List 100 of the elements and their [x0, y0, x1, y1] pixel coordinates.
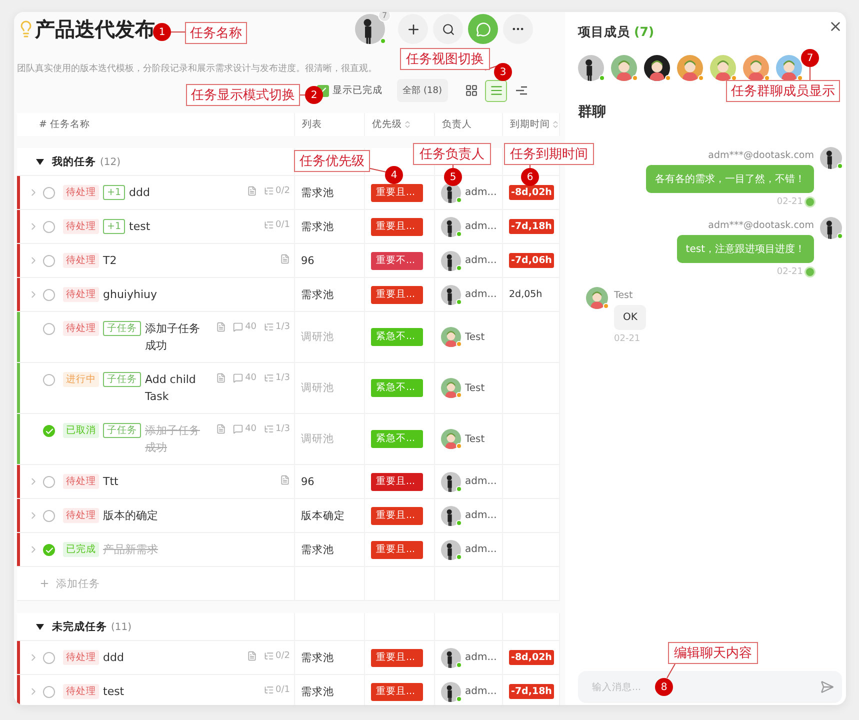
due-time: -8d,02h [509, 650, 554, 665]
task-title[interactable]: Ttt [103, 473, 206, 490]
group-title: 我的任务 (12) [52, 154, 121, 168]
complete-checkbox[interactable] [43, 652, 55, 664]
message-time: 02-21 [776, 197, 803, 207]
sender-name: adm***@dootask.com [708, 220, 814, 231]
complete-checkbox[interactable] [43, 544, 55, 556]
list-view-button[interactable] [485, 80, 507, 102]
complete-checkbox[interactable] [43, 323, 55, 335]
priority-badge: 紧急不... [371, 328, 423, 346]
task-tag: 子任务 [103, 321, 141, 336]
sort-icon[interactable] [403, 120, 412, 129]
task-title[interactable]: test [129, 218, 206, 235]
user-avatar [441, 506, 461, 526]
task-title[interactable]: ddd [103, 649, 206, 666]
status-tag: 已完成 [63, 542, 99, 557]
task-row[interactable]: 进行中 子任务 Add child Task 40 1/3 调研池 紧急不... Test [17, 363, 560, 414]
task-row[interactable]: 已完成 产品新需求 需求池 重要且... adm... [17, 533, 560, 567]
close-button[interactable] [828, 19, 843, 34]
task-title[interactable]: ghuiyhiuy [103, 286, 206, 303]
task-row[interactable]: 待处理 ghuiyhiuy 需求池 重要且... adm... 2d,05h [17, 278, 560, 312]
task-title[interactable]: test [103, 683, 206, 700]
task-row[interactable]: 待处理 T2 96 重要不... adm... -7d,06h [17, 244, 560, 278]
task-title[interactable]: Add child Task [145, 371, 206, 405]
complete-checkbox[interactable] [43, 476, 55, 488]
more-button[interactable] [503, 14, 533, 44]
close-icon [828, 19, 843, 34]
task-row[interactable]: 待处理 子任务 添加子任务成功 40 1/3 调研池 紧急不... Test [17, 312, 560, 363]
list-name: 调研池 [301, 432, 334, 446]
task-title[interactable]: 版本的确定 [103, 507, 206, 524]
user-avatar [820, 217, 842, 239]
plus-icon [406, 22, 420, 36]
status-tag: 待处理 [63, 321, 99, 336]
assignee-name: Test [465, 382, 485, 394]
subtask-icon [264, 220, 274, 230]
project-description: 团队真实使用的版本迭代模板，分阶段记录和展示需求设计与发布进度。很清晰，很直观。 [17, 62, 377, 75]
task-row[interactable]: 待处理 +1 test 0/1 需求池 重要且... adm... -7d,18h [17, 210, 560, 244]
sender-name: adm***@dootask.com [708, 150, 814, 161]
complete-checkbox[interactable] [43, 289, 55, 301]
priority-badge: 重要且... [371, 184, 423, 202]
status-tag: 进行中 [63, 372, 99, 387]
subtask-count: 1/3 [264, 373, 290, 383]
list-name: 调研池 [301, 330, 334, 344]
send-button[interactable] [820, 680, 834, 694]
task-row[interactable]: 待处理 ddd 0/2 需求池 重要且... adm... -8d,02h [17, 641, 560, 675]
task-row[interactable]: 已取消 子任务 添加子任务成功 40 1/3 调研池 紧急不... Test [17, 414, 560, 465]
list-name: 需求池 [301, 542, 334, 556]
sort-icon[interactable] [551, 120, 560, 129]
complete-checkbox[interactable] [43, 510, 55, 522]
task-row[interactable]: 待处理 版本的确定 版本确定 重要且... adm... [17, 499, 560, 533]
subtask-icon [264, 373, 274, 383]
priority-badge: 紧急不... [371, 430, 423, 448]
user-avatar [441, 250, 461, 270]
task-title[interactable]: T2 [103, 252, 206, 269]
priority-badge: 重要且... [371, 682, 423, 700]
task-tag: +1 [103, 185, 126, 200]
caret-down-icon[interactable] [36, 158, 44, 164]
caret-down-icon[interactable] [36, 624, 44, 630]
task-title[interactable]: 添加子任务成功 [145, 320, 206, 354]
complete-checkbox[interactable] [43, 686, 55, 698]
send-icon [820, 680, 834, 694]
check-icon [44, 546, 54, 554]
priority-badge: 紧急不... [371, 379, 423, 397]
task-tag: +1 [103, 219, 126, 234]
complete-checkbox[interactable] [43, 255, 55, 267]
complete-checkbox[interactable] [43, 374, 55, 386]
subtask-icon [264, 424, 274, 434]
count-badge: 7 [378, 12, 391, 22]
grid-icon [464, 84, 478, 97]
task-row[interactable]: 待处理 test 0/1 需求池 重要且... adm... -7d,18h [17, 675, 560, 705]
complete-checkbox[interactable] [43, 187, 55, 199]
callout-label: 任务负责人 [413, 143, 491, 165]
message-time: 02-21 [776, 267, 803, 277]
status-tag: 待处理 [63, 185, 99, 200]
due-time: -7d,06h [509, 253, 554, 268]
list-name: 96 [301, 254, 314, 266]
complete-checkbox[interactable] [43, 425, 55, 437]
leader-line [300, 94, 306, 96]
status-tag: 待处理 [63, 287, 99, 302]
task-title[interactable]: ddd [129, 184, 206, 201]
callout-label: 编辑聊天内容 [668, 642, 758, 664]
task-row[interactable]: 待处理 Ttt 96 重要且... adm... [17, 465, 560, 499]
complete-checkbox[interactable] [43, 221, 55, 233]
filter-button[interactable]: 全部 (18) [396, 79, 448, 102]
add-button[interactable] [398, 14, 428, 44]
comment-count: 40 [233, 322, 257, 332]
leader-line [368, 168, 386, 172]
task-tag: 子任务 [103, 423, 141, 438]
priority-badge: 重要且... [371, 218, 423, 236]
search-button[interactable] [433, 14, 463, 44]
priority-badge: 重要且... [371, 472, 423, 490]
user-avatar [441, 216, 461, 236]
user-avatar [441, 682, 461, 702]
callout-label: 任务显示模式切换 [186, 84, 300, 106]
sender-name: Test [614, 290, 633, 301]
message-bubble: 各有各的需求，一目了然，不错！ [646, 165, 814, 193]
message-bubble: test，注意跟进项目进度！ [676, 235, 814, 263]
chat-button[interactable] [468, 14, 498, 44]
plus-icon [39, 578, 50, 589]
due-time: -7d,18h [509, 684, 554, 699]
